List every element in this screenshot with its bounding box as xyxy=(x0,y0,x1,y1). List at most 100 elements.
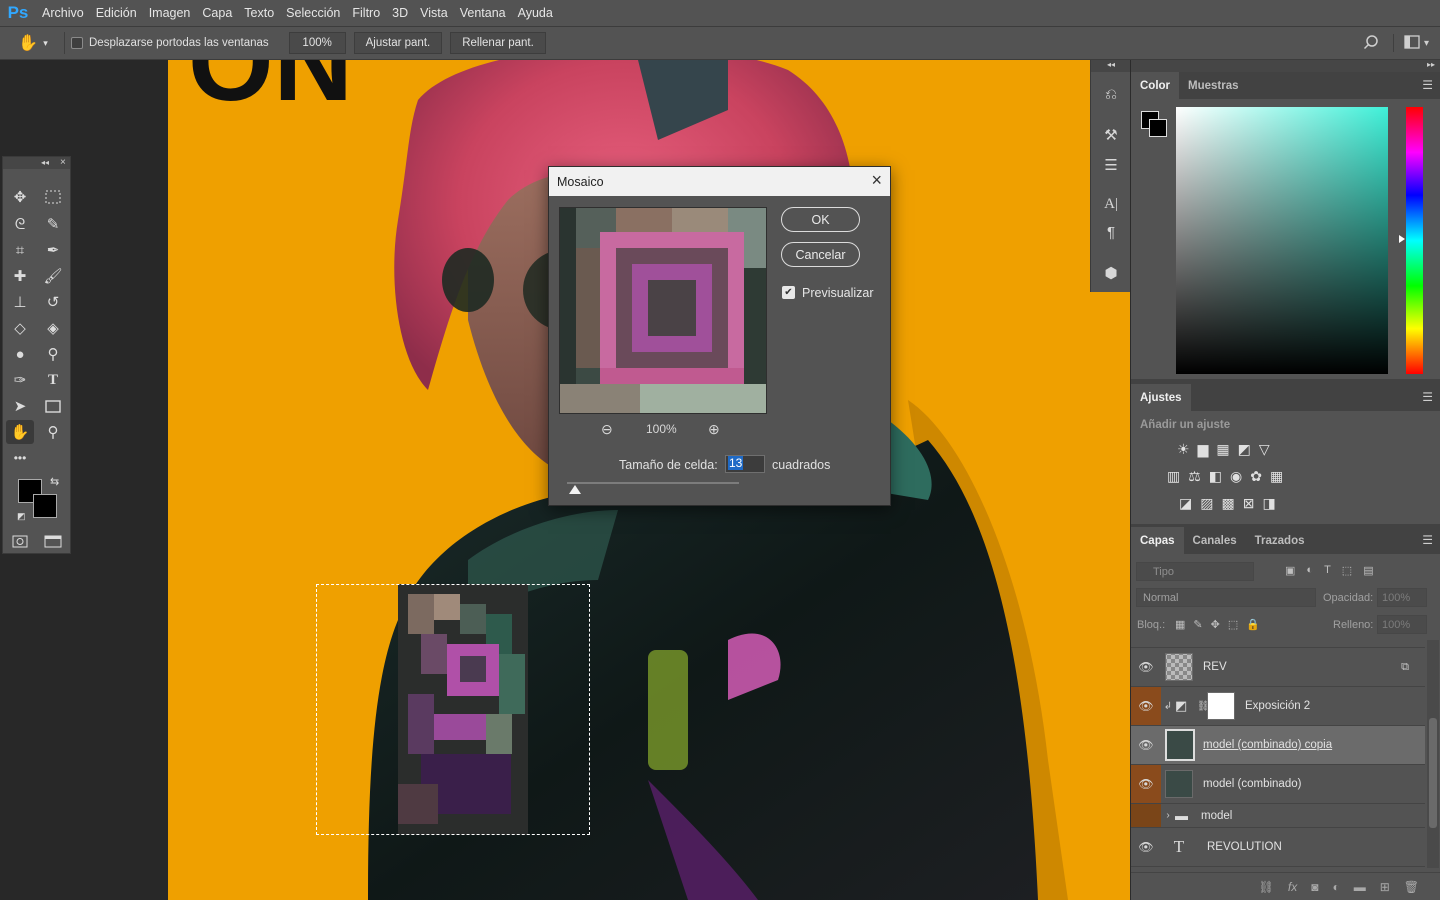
layers-menu-icon[interactable]: ☰ xyxy=(1422,533,1433,547)
paint-bucket-icon[interactable]: ◈ xyxy=(39,316,67,340)
lock-paint-icon[interactable]: ✎ xyxy=(1193,618,1202,631)
layer-row-model-copia[interactable]: 👁 model (combinado) copia xyxy=(1131,726,1425,765)
scroll-all-checkbox[interactable] xyxy=(71,37,83,49)
more-tools-icon[interactable]: ••• xyxy=(6,446,34,470)
fill-input[interactable]: 100% xyxy=(1377,615,1427,634)
layer-row-model-group[interactable]: › ▬ model xyxy=(1131,804,1425,828)
brush-tool-icon[interactable]: 🖌 xyxy=(39,264,67,288)
layer-row-exposicion[interactable]: 👁 ↲ ◩ ⛓ Exposición 2 xyxy=(1131,687,1425,726)
marquee-tool-icon[interactable] xyxy=(39,185,67,209)
hand-tool-icon[interactable]: ✋ xyxy=(6,420,34,444)
layer-name[interactable]: REV xyxy=(1203,661,1227,673)
color-balance-icon[interactable]: ⚖ xyxy=(1188,468,1201,485)
paragraph-panel-icon[interactable]: ¶ xyxy=(1101,224,1121,244)
channel-mixer-icon[interactable]: ✿ xyxy=(1250,468,1262,485)
layer-name[interactable]: model xyxy=(1201,810,1232,822)
search-icon[interactable] xyxy=(1359,34,1383,53)
tab-color[interactable]: Color xyxy=(1131,72,1180,99)
brushes-panel-icon[interactable]: ⚒ xyxy=(1101,126,1121,146)
menu-ayuda[interactable]: Ayuda xyxy=(512,6,559,20)
selection-marquee[interactable] xyxy=(316,584,590,835)
exposure-icon[interactable]: ◩ xyxy=(1238,441,1251,458)
new-adjustment-icon[interactable]: ◐ xyxy=(1332,880,1339,894)
filter-adjustment-icon[interactable]: ◐ xyxy=(1306,564,1313,577)
close-icon[interactable]: × xyxy=(871,170,882,191)
lock-all-icon[interactable]: 🔒 xyxy=(1246,618,1260,631)
layer-filter-select[interactable]: Tipo xyxy=(1136,562,1254,581)
filter-type-icon[interactable]: T xyxy=(1324,564,1331,577)
new-group-icon[interactable]: ▬ xyxy=(1354,880,1366,894)
eyedropper-icon[interactable]: ✒ xyxy=(39,238,67,262)
tab-layers[interactable]: Capas xyxy=(1131,527,1184,554)
fill-screen-button[interactable]: Rellenar pant. xyxy=(450,32,546,54)
tab-channels[interactable]: Canales xyxy=(1184,527,1246,554)
visibility-eye-icon[interactable]: 👁 xyxy=(1131,687,1161,725)
layer-mask-thumbnail[interactable] xyxy=(1207,692,1235,720)
cell-size-slider-track[interactable] xyxy=(567,482,739,484)
layer-row-rev[interactable]: 👁 REV ⧉ xyxy=(1131,648,1425,687)
color-bg-swatch[interactable] xyxy=(1149,119,1167,137)
zoom-tool-icon[interactable]: ⚲ xyxy=(39,420,67,444)
workspace-icon[interactable] xyxy=(1404,34,1424,52)
delete-layer-icon[interactable]: 🗑 xyxy=(1404,880,1419,894)
path-selection-icon[interactable]: ➤ xyxy=(6,394,34,418)
visibility-eye-icon[interactable]: 👁 xyxy=(1131,660,1161,674)
adjustments-menu-icon[interactable]: ☰ xyxy=(1422,390,1433,404)
expand-group-icon[interactable]: › xyxy=(1161,810,1175,821)
menu-filtro[interactable]: Filtro xyxy=(346,6,386,20)
filter-pixel-icon[interactable]: ▣ xyxy=(1285,564,1295,577)
workspace-dropdown-icon[interactable]: ▾ xyxy=(1424,38,1440,49)
tab-adjustments[interactable]: Ajustes xyxy=(1131,384,1191,411)
filter-smart-object-icon[interactable]: ▤ xyxy=(1363,564,1373,577)
eraser-tool-icon[interactable]: ◇ xyxy=(6,316,34,340)
gradient-map-icon[interactable]: ◨ xyxy=(1262,495,1275,512)
close-icon[interactable]: × xyxy=(60,157,66,168)
collapse-icon[interactable]: ◂◂ xyxy=(41,158,49,167)
right-dock-expand-icon[interactable]: ▸▸ xyxy=(1131,60,1440,72)
ok-button[interactable]: OK xyxy=(781,207,860,232)
layer-name[interactable]: REVOLUTION xyxy=(1207,841,1282,853)
swap-colors-icon[interactable]: ⇆ xyxy=(50,475,59,488)
threshold-icon[interactable]: ▩ xyxy=(1221,495,1234,512)
quick-mask-icon[interactable] xyxy=(6,529,34,553)
healing-brush-icon[interactable]: ✚ xyxy=(6,264,34,288)
photo-filter-icon[interactable]: ◉ xyxy=(1230,468,1242,485)
panel-menu-icon[interactable]: ☰ xyxy=(1422,78,1433,92)
default-colors-icon[interactable]: ◩ xyxy=(17,511,26,522)
crop-tool-icon[interactable]: ⌗ xyxy=(6,238,34,262)
rectangle-tool-icon[interactable] xyxy=(39,394,67,418)
layer-name[interactable]: model (combinado) copia xyxy=(1203,739,1332,751)
visibility-eye-icon[interactable]: 👁 xyxy=(1131,738,1161,752)
fit-screen-button[interactable]: Ajustar pant. xyxy=(353,32,443,54)
link-icon[interactable]: ⛓ xyxy=(1197,701,1210,712)
move-tool-icon[interactable]: ✥ xyxy=(6,185,34,209)
screen-mode-icon[interactable] xyxy=(39,529,67,553)
menu-capa[interactable]: Capa xyxy=(196,6,238,20)
dialog-title-bar[interactable]: Mosaico × xyxy=(549,167,890,196)
preview-checkbox[interactable]: ✔ xyxy=(782,286,795,299)
selective-color-icon[interactable]: ⊠ xyxy=(1243,495,1255,512)
cell-size-input[interactable]: 13 xyxy=(725,455,765,473)
menu-vista[interactable]: Vista xyxy=(414,6,454,20)
layer-name[interactable]: model (combinado) xyxy=(1203,778,1301,790)
zoom-out-icon[interactable]: ⊖ xyxy=(601,421,613,438)
properties-panel-icon[interactable]: ☰ xyxy=(1101,156,1121,176)
character-panel-icon[interactable]: A| xyxy=(1101,196,1121,216)
hand-tool-preset-icon[interactable]: ✋ ▾ xyxy=(8,30,58,56)
zoom-in-icon[interactable]: ⊕ xyxy=(708,421,720,438)
visibility-eye-icon[interactable]: 👁 xyxy=(1131,765,1161,803)
filter-shape-icon[interactable]: ⬚ xyxy=(1342,564,1352,577)
quick-selection-icon[interactable]: ✎ xyxy=(39,212,67,236)
vibrance-icon[interactable]: ▽ xyxy=(1259,441,1270,458)
dock-collapse-icon[interactable]: ◂◂ xyxy=(1091,60,1131,72)
visibility-toggle-empty[interactable] xyxy=(1131,804,1161,827)
color-lookup-icon[interactable]: ▦ xyxy=(1270,468,1283,485)
type-tool-icon[interactable]: T xyxy=(39,368,67,392)
layer-row-model-combinado[interactable]: 👁 model (combinado) xyxy=(1131,765,1425,804)
menu-edicion[interactable]: Edición xyxy=(90,6,143,20)
hue-slider-handle[interactable] xyxy=(1399,235,1405,243)
color-field[interactable] xyxy=(1176,107,1388,374)
link-layers-icon[interactable]: ⛓ xyxy=(1259,880,1274,894)
menu-texto[interactable]: Texto xyxy=(238,6,280,20)
clone-stamp-icon[interactable]: ⊥ xyxy=(6,290,34,314)
